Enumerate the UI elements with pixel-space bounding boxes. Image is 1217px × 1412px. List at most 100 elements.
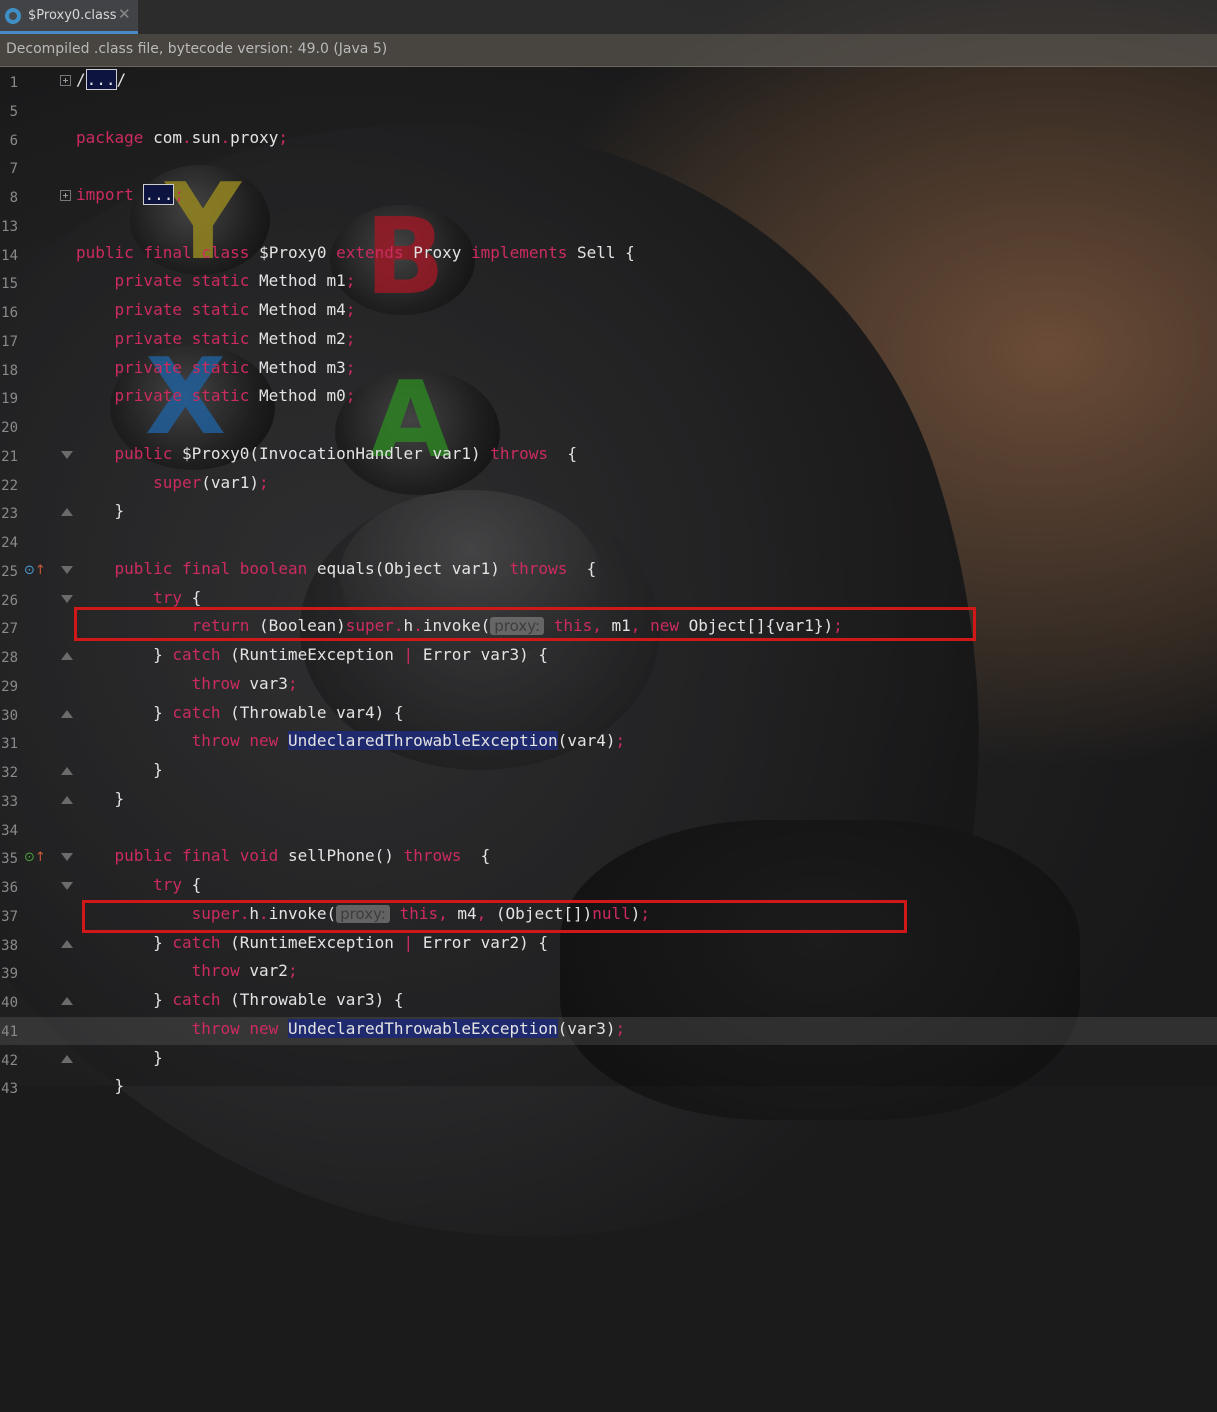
fold-end-icon[interactable] bbox=[61, 1054, 73, 1063]
code-line[interactable]: 43 } bbox=[0, 1074, 1217, 1102]
code-line[interactable]: 30 } catch (Throwable var4) { bbox=[0, 701, 1217, 729]
code-line[interactable]: 8 import ...; bbox=[0, 183, 1217, 211]
highlight-box-invoke-m1 bbox=[74, 607, 976, 641]
code-text: public final void sellPhone() throws { bbox=[114, 846, 491, 866]
code-line[interactable]: 28 } catch (RuntimeException | Error var… bbox=[0, 643, 1217, 671]
code-text: private static Method m3; bbox=[114, 357, 356, 377]
code-line[interactable]: 25 ⊙↑ public final boolean equals(Object … bbox=[0, 557, 1217, 585]
line-number: 13 bbox=[1, 218, 18, 235]
line-number: 7 bbox=[9, 161, 18, 178]
code-editor[interactable]: 1 /.../ 5 6 package com.sun.proxy; 7 8 import .… bbox=[0, 68, 1217, 1097]
code-text: throw var3; bbox=[191, 673, 298, 693]
expand-fold-icon[interactable] bbox=[60, 75, 71, 86]
collapse-fold-icon[interactable] bbox=[61, 450, 73, 459]
overrides-method-icon[interactable]: ⊙↑ bbox=[24, 563, 46, 578]
line-number: 37 bbox=[1, 908, 18, 925]
line-number: 40 bbox=[1, 995, 18, 1011]
code-line[interactable]: 1 /.../ bbox=[0, 68, 1217, 96]
code-text: try { bbox=[153, 587, 202, 607]
tab-proxy0-class[interactable]: $Proxy0.class ✕ bbox=[0, 0, 138, 34]
line-number: 42 bbox=[1, 1052, 18, 1069]
line-number: 18 bbox=[1, 362, 18, 379]
line-number: 1 bbox=[9, 75, 18, 91]
code-line[interactable]: 34 bbox=[0, 816, 1217, 844]
highlight-box-invoke-m4 bbox=[82, 900, 907, 933]
code-text: throw new UndeclaredThrowableException(v… bbox=[191, 731, 626, 751]
line-number: 29 bbox=[1, 678, 18, 695]
code-text: } bbox=[76, 788, 125, 808]
line-number: 32 bbox=[1, 765, 18, 781]
code-line[interactable]: 23 } bbox=[0, 499, 1217, 527]
code-line[interactable]: 29 throw var3; bbox=[0, 672, 1217, 700]
code-line[interactable]: 16 private static Method m4; bbox=[0, 298, 1217, 326]
collapse-fold-icon[interactable] bbox=[61, 565, 73, 574]
line-number: 23 bbox=[1, 506, 18, 523]
line-number: 33 bbox=[1, 793, 18, 810]
fold-end-icon[interactable] bbox=[61, 709, 73, 718]
fold-end-icon[interactable] bbox=[61, 939, 73, 948]
line-number: 22 bbox=[1, 477, 18, 494]
line-number: 39 bbox=[1, 966, 18, 983]
implements-method-icon[interactable]: ⊙↑ bbox=[24, 850, 46, 865]
code-line[interactable]: 32 } bbox=[0, 758, 1217, 786]
line-number: 6 bbox=[9, 132, 18, 149]
expand-fold-icon[interactable] bbox=[60, 190, 71, 201]
code-line[interactable]: 24 bbox=[0, 528, 1217, 556]
line-number: 30 bbox=[1, 707, 18, 724]
collapse-fold-icon[interactable] bbox=[61, 882, 73, 890]
line-number: 24 bbox=[1, 535, 18, 551]
code-text: } catch (Throwable var4) { bbox=[76, 702, 404, 722]
line-number: 26 bbox=[1, 592, 18, 609]
code-line[interactable]: 15 private static Method m1; bbox=[0, 269, 1217, 297]
close-icon[interactable]: ✕ bbox=[118, 5, 131, 23]
line-number: 15 bbox=[1, 276, 18, 293]
line-number: 41 bbox=[1, 1023, 18, 1040]
code-line[interactable]: 7 bbox=[0, 154, 1217, 182]
line-number: 21 bbox=[1, 448, 18, 465]
class-file-icon bbox=[5, 8, 21, 24]
code-line[interactable]: 22 super(var1); bbox=[0, 471, 1217, 499]
line-number: 35 bbox=[1, 851, 18, 868]
line-number: 19 bbox=[1, 391, 18, 408]
code-line[interactable]: 5 bbox=[0, 97, 1217, 125]
code-line[interactable]: 39 throw var2; bbox=[0, 959, 1217, 987]
code-line[interactable]: 17 private static Method m2; bbox=[0, 327, 1217, 355]
line-number: 5 bbox=[9, 103, 18, 120]
code-line[interactable]: 31 throw new UndeclaredThrowableExceptio… bbox=[0, 729, 1217, 757]
code-line[interactable]: 38 } catch (RuntimeException | Error var… bbox=[0, 931, 1217, 959]
fold-end-icon[interactable] bbox=[61, 508, 73, 517]
code-text: try { bbox=[153, 875, 202, 894]
code-line[interactable]: 6 package com.sun.proxy; bbox=[0, 126, 1217, 154]
code-line[interactable]: 14 public final class $Proxy0 extends Pro… bbox=[0, 241, 1217, 269]
code-line[interactable]: 40 } catch (Throwable var3) { bbox=[0, 988, 1217, 1016]
fold-end-icon[interactable] bbox=[61, 997, 73, 1005]
fold-end-icon[interactable] bbox=[61, 767, 73, 775]
code-line[interactable]: 20 bbox=[0, 413, 1217, 441]
code-text: } bbox=[76, 760, 163, 779]
line-number: 34 bbox=[1, 822, 18, 839]
line-number: 28 bbox=[1, 650, 18, 666]
line-number: 38 bbox=[1, 937, 18, 954]
code-line[interactable]: 36 try { bbox=[0, 873, 1217, 901]
fold-end-icon[interactable] bbox=[61, 652, 73, 660]
code-line[interactable]: 19 private static Method m0; bbox=[0, 384, 1217, 412]
line-number: 27 bbox=[1, 621, 18, 638]
code-line[interactable]: 13 bbox=[0, 212, 1217, 240]
fold-end-icon[interactable] bbox=[61, 795, 73, 804]
code-line[interactable]: 42 } bbox=[0, 1046, 1217, 1074]
code-text: } catch (RuntimeException | Error var3) … bbox=[76, 645, 549, 664]
line-number: 16 bbox=[1, 305, 18, 321]
code-line[interactable]: 33 } bbox=[0, 787, 1217, 815]
code-text: public final boolean equals(Object var1)… bbox=[114, 558, 597, 578]
code-line[interactable]: 35 ⊙↑ public final void sellPhone() throw… bbox=[0, 844, 1217, 872]
code-text: } bbox=[76, 501, 125, 521]
code-text: import ...; bbox=[76, 184, 184, 205]
code-text: super(var1); bbox=[153, 472, 269, 492]
collapse-fold-icon[interactable] bbox=[61, 853, 73, 862]
code-line[interactable]: 41 throw new UndeclaredThrowableExceptio… bbox=[0, 1016, 1217, 1045]
line-number: 17 bbox=[1, 333, 18, 350]
code-line[interactable]: 18 private static Method m3; bbox=[0, 356, 1217, 384]
code-text: public final class $Proxy0 extends Proxy… bbox=[76, 242, 635, 262]
code-line[interactable]: 21 public $Proxy0(InvocationHandler var1… bbox=[0, 442, 1217, 470]
collapse-fold-icon[interactable] bbox=[61, 594, 73, 603]
